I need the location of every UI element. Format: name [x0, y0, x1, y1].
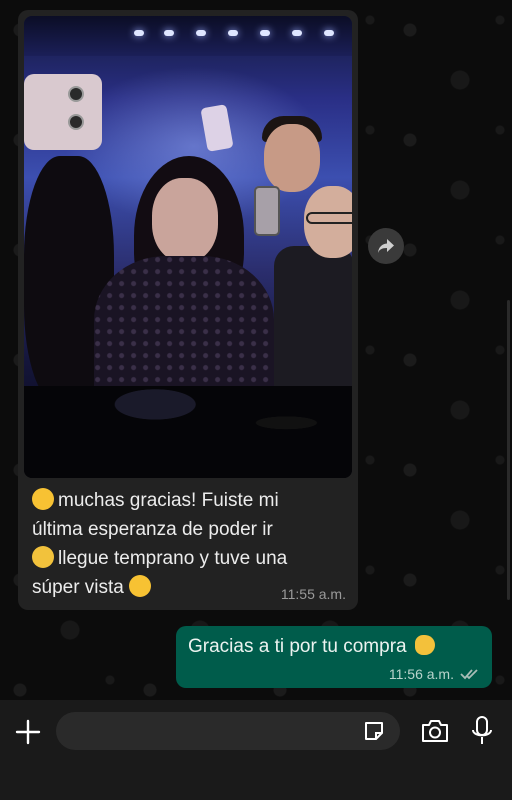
incoming-message-text: muchas gracias! Fuiste mi última esperan…	[32, 488, 288, 598]
heart-eyes-cat-emoji	[32, 488, 54, 510]
stage-lights	[24, 16, 352, 56]
camera-icon[interactable]	[420, 717, 450, 745]
outgoing-message-text: Gracias a ti por tu compra	[188, 635, 435, 658]
message-timestamp: 11:55 a.m.	[280, 586, 346, 602]
incoming-message[interactable]: muchas gracias! Fuiste mi última esperan…	[18, 10, 358, 610]
mic-icon[interactable]	[470, 715, 494, 747]
plus-icon[interactable]	[14, 718, 42, 746]
double-check-icon	[460, 669, 478, 680]
message-meta: 11:56 a.m.	[389, 666, 480, 682]
sticker-icon[interactable]	[362, 719, 386, 743]
pointing-emoji	[414, 635, 435, 655]
scrollbar[interactable]	[507, 300, 510, 600]
forward-icon	[378, 239, 394, 253]
message-timestamp: 11:56 a.m.	[388, 666, 454, 682]
outgoing-message[interactable]: Gracias a ti por tu compra 11:56 a.m.	[176, 626, 492, 688]
raised-phone	[24, 74, 102, 150]
forward-button[interactable]	[368, 228, 404, 264]
sweat-emoji	[32, 546, 54, 568]
singer-face	[152, 178, 218, 262]
heart-eyes-cat-emoji	[129, 575, 152, 597]
input-bar	[0, 700, 512, 800]
message-photo[interactable]	[24, 16, 352, 478]
message-input[interactable]	[56, 712, 400, 750]
